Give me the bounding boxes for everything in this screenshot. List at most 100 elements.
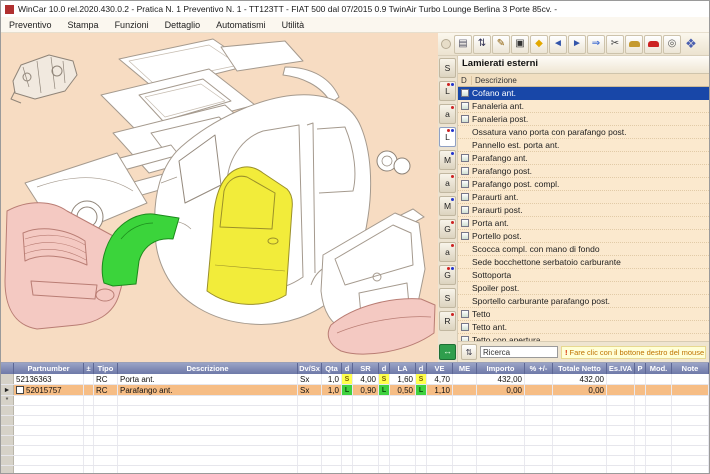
front-door-highlighted[interactable] [206,166,293,305]
search-input[interactable] [480,346,558,358]
menu-automatismi[interactable]: Automatismi [208,20,274,30]
table-column-header[interactable]: VE [427,363,453,374]
office-button[interactable]: ❖ [682,35,700,53]
table-row[interactable] [1,436,709,446]
menu-stampa[interactable]: Stampa [60,20,107,30]
part-item[interactable]: Cofano ant. [458,87,709,100]
export-icon[interactable]: ⇒ [587,34,605,54]
table-column-header[interactable]: P [635,363,646,374]
table-row[interactable]: 52136363 RC Porta ant. Sx 1,0 S 4,00 S 1,60 S 4,70… [1,374,709,385]
speaker-left-icon[interactable]: ◄ [549,34,567,54]
magnifier-icon[interactable]: ◎ [663,34,681,54]
table-row[interactable] [1,446,709,456]
row-selector[interactable] [1,374,14,384]
part-item[interactable]: Scocca compl. con mano di fondo [458,243,709,256]
part-item[interactable]: Tetto [458,308,709,321]
row-selector[interactable] [1,426,14,435]
car-yellow-icon[interactable] [625,34,643,54]
table-column-header[interactable]: Mod. [646,363,672,374]
category-button-r-11[interactable]: R [439,311,456,331]
table-column-header[interactable]: Qta [322,363,342,374]
table-row[interactable] [1,406,709,416]
table-column-header[interactable]: d [342,363,353,374]
part-item[interactable]: Sportello carburante parafango post. [458,295,709,308]
category-button-s-0[interactable]: S [439,58,456,78]
part-item[interactable]: Porta ant. [458,217,709,230]
menu-dettaglio[interactable]: Dettaglio [157,20,209,30]
table-row[interactable] [1,416,709,426]
category-button-m-4[interactable]: M [439,150,456,170]
part-item[interactable]: Sottoporta [458,269,709,282]
part-item[interactable]: Fanaleria post. [458,113,709,126]
table-column-header[interactable]: SR [353,363,379,374]
part-item[interactable]: Portello post. [458,230,709,243]
table-row[interactable]: * [1,396,709,406]
part-item[interactable]: Tetto ant. [458,321,709,334]
row-selector[interactable]: * [1,396,14,405]
category-button-g-9[interactable]: G [439,265,456,285]
table-row[interactable] [1,426,709,436]
warning-diamond-icon[interactable]: ◆ [530,34,548,54]
row-selector[interactable] [1,436,14,445]
menu-utilità[interactable]: Utilità [274,20,313,30]
car-red-icon[interactable] [644,34,662,54]
table-row[interactable] [1,466,709,473]
part-item[interactable]: Parafango post. [458,165,709,178]
table-column-header[interactable]: Tipo [94,363,118,374]
category-button-g-7[interactable]: G [439,219,456,239]
table-row[interactable] [1,456,709,466]
table-cell [390,406,416,415]
scissors-icon[interactable]: ✂ [606,34,624,54]
speaker-right-icon[interactable]: ► [568,34,586,54]
row-selector[interactable] [1,406,14,415]
row-selector[interactable] [1,446,14,455]
table-column-header[interactable]: LA [390,363,416,374]
table-column-header[interactable]: Importo [477,363,525,374]
part-item[interactable]: Pannello est. porta ant. [458,139,709,152]
sort-icon[interactable]: ⇅ [473,34,491,54]
menu-funzioni[interactable]: Funzioni [107,20,157,30]
category-button-l-1[interactable]: L [439,81,456,101]
row-selector[interactable] [1,456,14,465]
part-item[interactable]: Sede bocchettone serbatoio carburante [458,256,709,269]
part-item[interactable]: Ossatura vano porta con parafango post. [458,126,709,139]
table-row[interactable]: ► 52015757 RC Parafango ant. Sx 1,0 L 0,90 L 0,50… [1,385,709,396]
table-column-header[interactable]: Dv/Sx [298,363,322,374]
category-button-m-6[interactable]: M [439,196,456,216]
part-item[interactable]: Fanaleria ant. [458,100,709,113]
table-column-header[interactable]: d [416,363,427,374]
table-column-header[interactable]: % +/- [525,363,553,374]
pencil-icon[interactable]: ✎ [492,34,510,54]
sort-parts-icon[interactable]: ⇅ [461,344,477,360]
camera-icon[interactable]: ▣ [511,34,529,54]
category-button-a-8[interactable]: a [439,242,456,262]
print-icon[interactable]: ▤ [454,34,472,54]
category-button-l-3[interactable]: L [439,127,456,147]
table-column-header[interactable]: Descrizione [118,363,298,374]
menu-preventivo[interactable]: Preventivo [1,20,60,30]
table-column-header[interactable]: Es.IVA [607,363,635,374]
toolbar-grip-icon[interactable] [441,39,451,49]
category-button-a-2[interactable]: a [439,104,456,124]
part-item[interactable]: Paraurti post. [458,204,709,217]
parts-nav-button[interactable]: ↔ [439,344,456,360]
category-button-s-10[interactable]: S [439,288,456,308]
diagram-canvas[interactable] [1,33,438,362]
part-item[interactable]: Parafango ant. [458,152,709,165]
part-item[interactable]: Paraurti ant. [458,191,709,204]
table-column-header[interactable]: ME [453,363,477,374]
row-checkbox[interactable] [16,386,24,394]
table-cell [453,426,477,435]
category-button-a-5[interactable]: a [439,173,456,193]
table-column-header[interactable]: Partnumber [14,363,84,374]
table-column-header[interactable]: d [379,363,390,374]
part-item[interactable]: Tetto con apertura [458,334,709,341]
table-column-header[interactable]: Totale Netto [553,363,607,374]
row-selector[interactable] [1,416,14,425]
part-item[interactable]: Parafango post. compl. [458,178,709,191]
part-item[interactable]: Spoiler post. [458,282,709,295]
table-column-header[interactable]: Note [672,363,709,374]
row-selector[interactable] [1,466,14,473]
row-selector[interactable]: ► [1,385,14,395]
table-column-header[interactable]: ± [84,363,94,374]
